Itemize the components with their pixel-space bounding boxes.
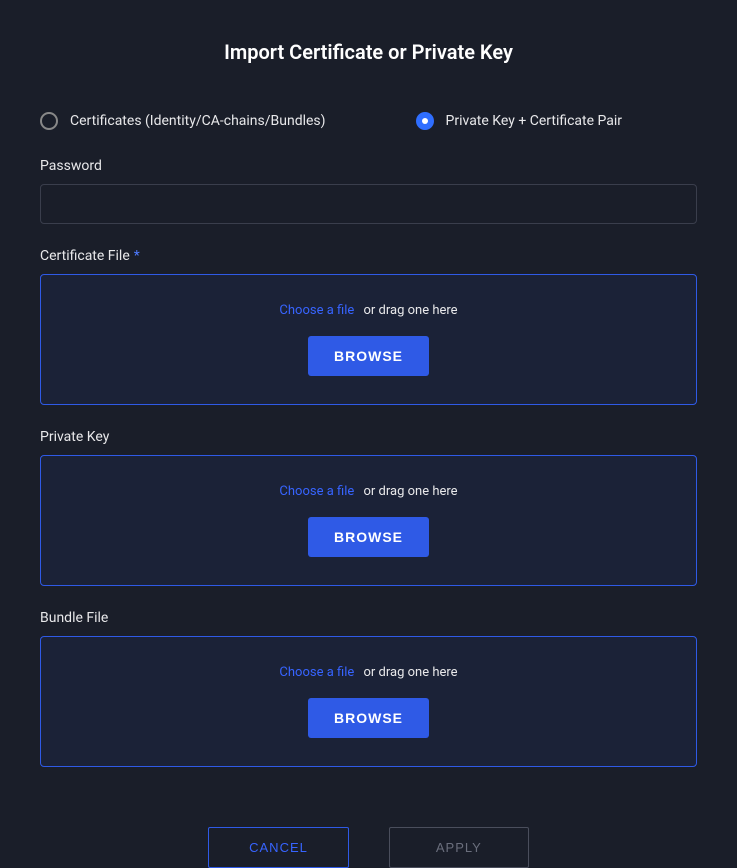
password-label: Password	[40, 158, 697, 174]
choose-file-link[interactable]: Choose a file	[279, 665, 354, 680]
password-input[interactable]	[40, 184, 697, 224]
private-key-field-group: Private Key Choose a file or drag one he…	[40, 429, 697, 586]
dropzone-text: Choose a file or drag one here	[279, 303, 457, 318]
radio-private-key-pair[interactable]: Private Key + Certificate Pair	[416, 112, 623, 130]
choose-file-link[interactable]: Choose a file	[279, 303, 354, 318]
radio-label: Certificates (Identity/CA-chains/Bundles…	[70, 113, 326, 129]
browse-button[interactable]: BROWSE	[308, 336, 429, 376]
choose-file-link[interactable]: Choose a file	[279, 484, 354, 499]
dialog-footer: CANCEL APPLY	[40, 827, 697, 868]
radio-icon	[416, 112, 434, 130]
dropzone-text: Choose a file or drag one here	[279, 665, 457, 680]
radio-certificates[interactable]: Certificates (Identity/CA-chains/Bundles…	[40, 112, 326, 130]
radio-label: Private Key + Certificate Pair	[446, 113, 623, 129]
drag-text: or drag one here	[364, 484, 458, 499]
certificate-file-label: Certificate File *	[40, 248, 697, 264]
private-key-dropzone[interactable]: Choose a file or drag one here BROWSE	[40, 455, 697, 586]
dialog-title: Import Certificate or Private Key	[40, 40, 697, 64]
certificate-file-field-group: Certificate File * Choose a file or drag…	[40, 248, 697, 405]
bundle-file-field-group: Bundle File Choose a file or drag one he…	[40, 610, 697, 767]
required-asterisk-icon: *	[134, 248, 140, 264]
cancel-button[interactable]: CANCEL	[208, 827, 349, 868]
radio-icon	[40, 112, 58, 130]
import-dialog: Import Certificate or Private Key Certif…	[0, 0, 737, 868]
browse-button[interactable]: BROWSE	[308, 698, 429, 738]
drag-text: or drag one here	[364, 303, 458, 318]
password-field-group: Password	[40, 158, 697, 224]
bundle-file-dropzone[interactable]: Choose a file or drag one here BROWSE	[40, 636, 697, 767]
radio-inner-dot-icon	[422, 118, 428, 124]
apply-button[interactable]: APPLY	[389, 827, 529, 868]
certificate-file-dropzone[interactable]: Choose a file or drag one here BROWSE	[40, 274, 697, 405]
drag-text: or drag one here	[364, 665, 458, 680]
import-type-radio-group: Certificates (Identity/CA-chains/Bundles…	[40, 112, 697, 130]
bundle-file-label: Bundle File	[40, 610, 697, 626]
browse-button[interactable]: BROWSE	[308, 517, 429, 557]
dropzone-text: Choose a file or drag one here	[279, 484, 457, 499]
private-key-label: Private Key	[40, 429, 697, 445]
